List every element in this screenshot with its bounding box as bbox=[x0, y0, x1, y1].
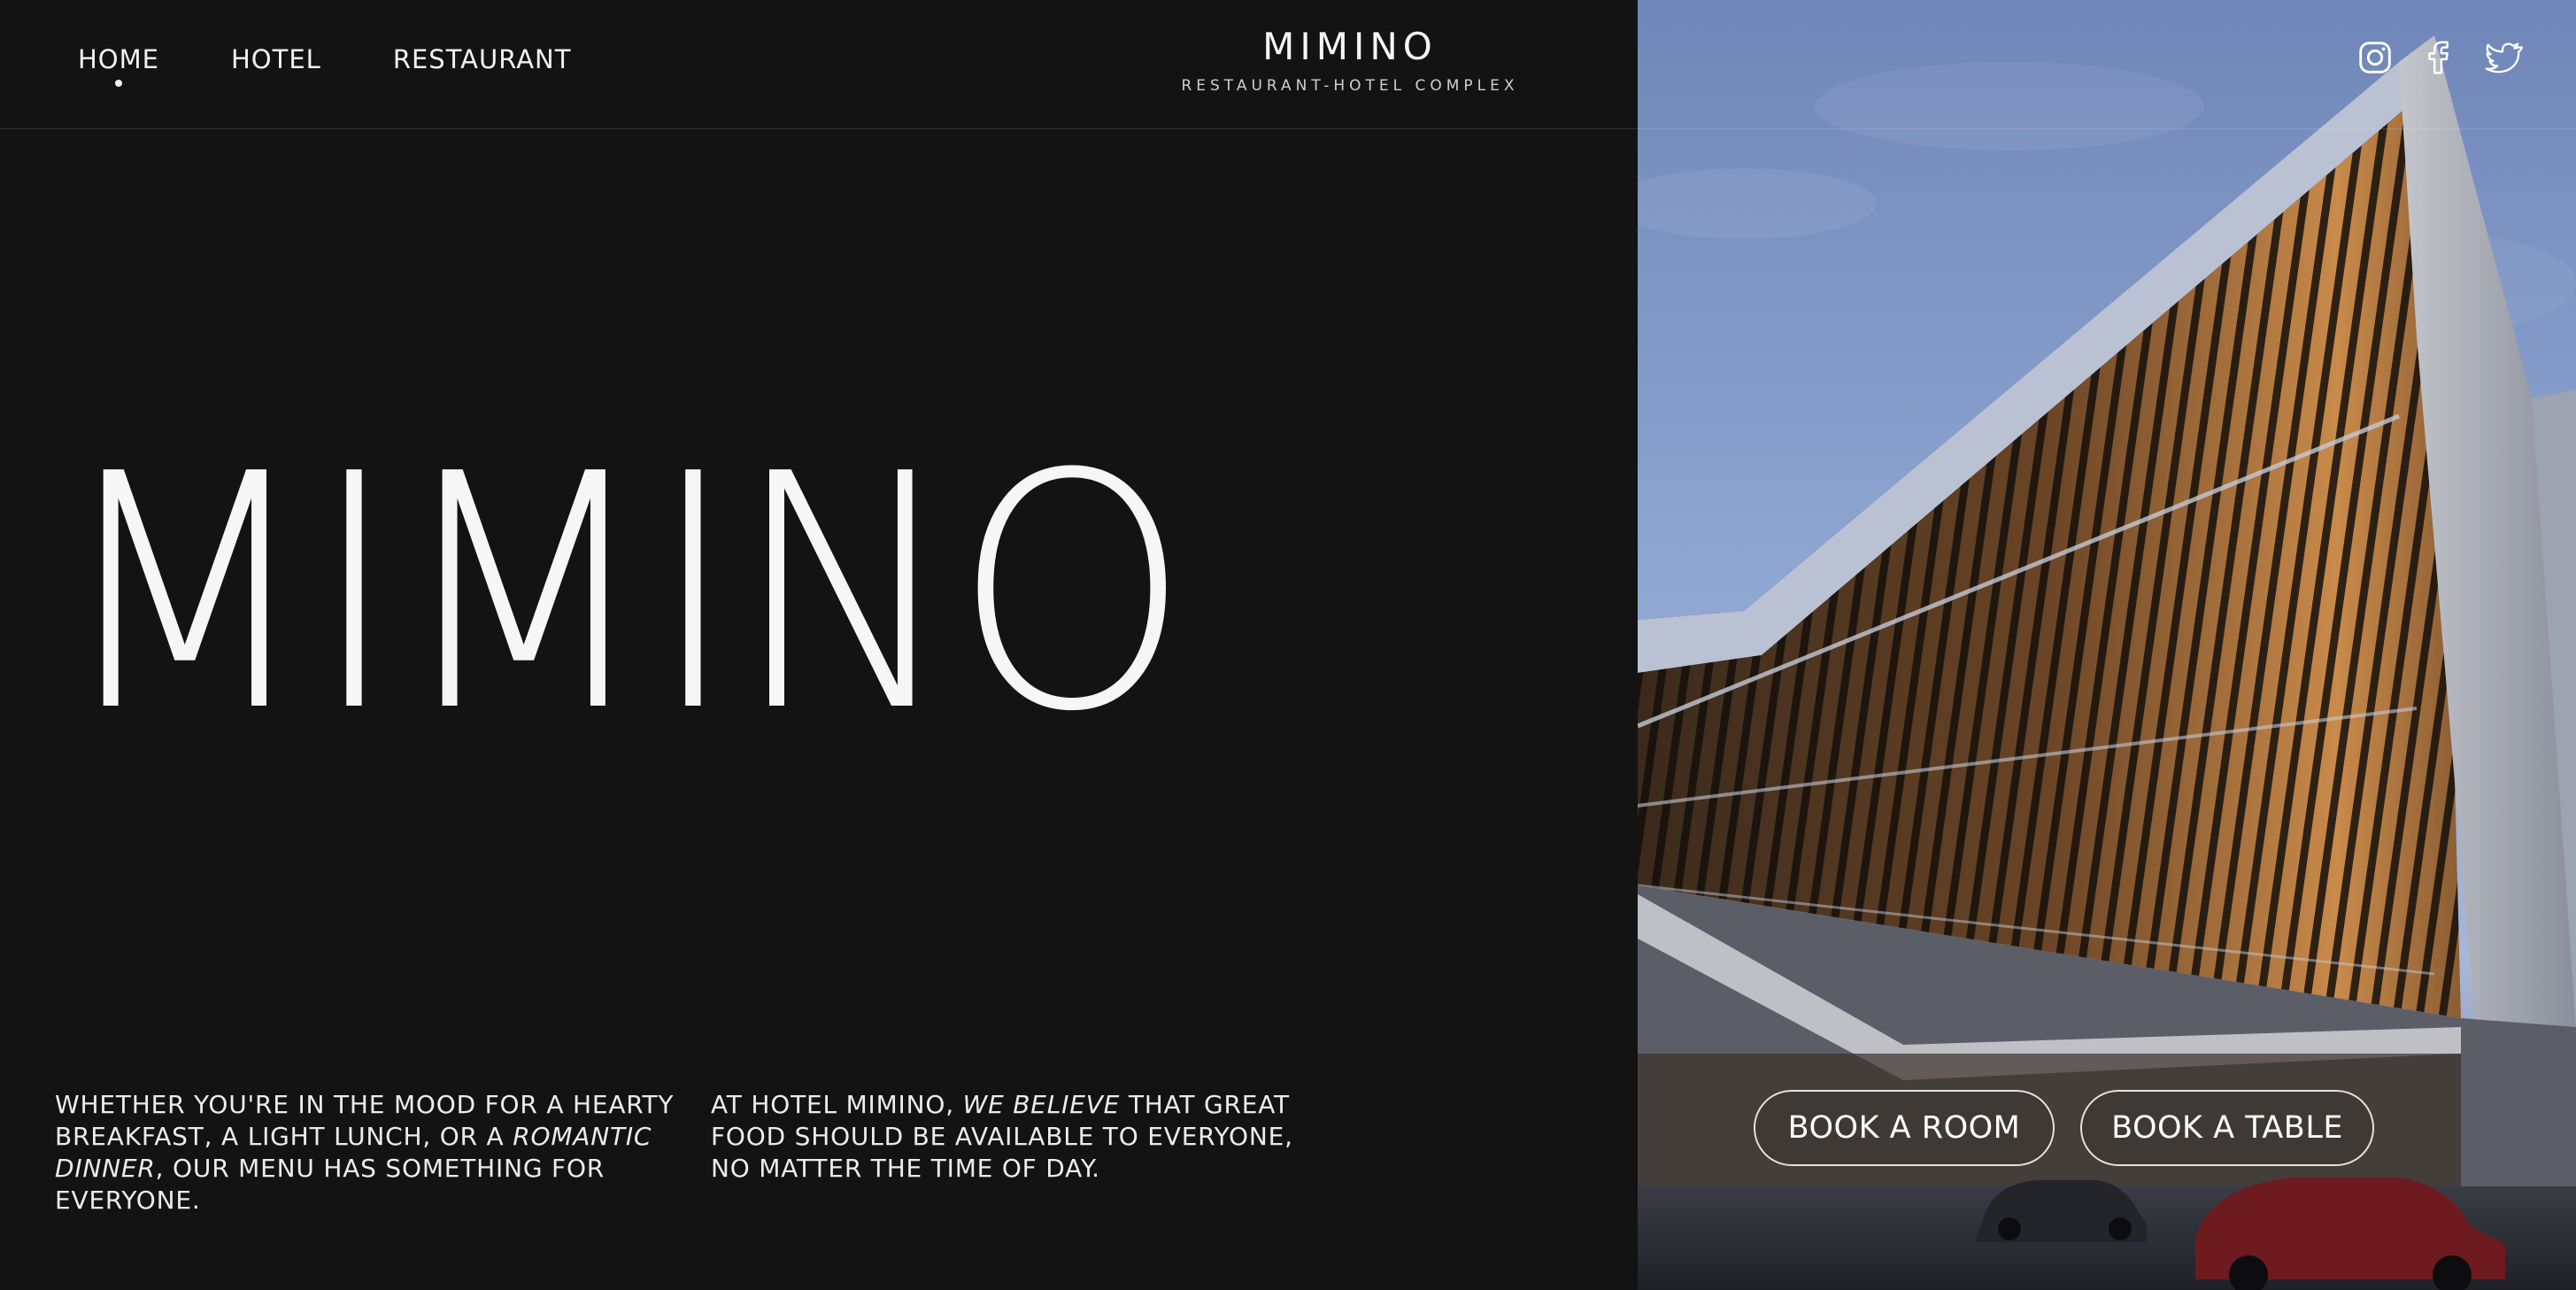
main-nav: HOME HOTEL RESTAURANT bbox=[78, 44, 643, 87]
book-room-button[interactable]: BOOK A ROOM bbox=[1754, 1090, 2055, 1166]
brand-name: MIMINO bbox=[1262, 25, 1438, 68]
hero-title: MIMINO bbox=[55, 406, 1191, 783]
intro-text-belief: AT HOTEL MIMINO, WE BELIEVE THAT GREAT F… bbox=[711, 1089, 1330, 1185]
nav-item-home[interactable]: HOME bbox=[78, 44, 159, 87]
intro-text-emphasis: WE BELIEVE bbox=[962, 1090, 1121, 1119]
intro-text-menu: WHETHER YOU'RE IN THE MOOD FOR A HEARTY … bbox=[55, 1089, 675, 1217]
nav-item-label: RESTAURANT bbox=[392, 44, 572, 74]
header-divider bbox=[0, 128, 2576, 129]
nav-item-restaurant[interactable]: RESTAURANT bbox=[393, 44, 572, 74]
facebook-icon[interactable] bbox=[2418, 37, 2459, 78]
intro-text-part: AT HOTEL MIMINO, bbox=[711, 1090, 963, 1119]
brand-tagline: RESTAURANT-HOTEL COMPLEX bbox=[1181, 77, 1519, 95]
left-panel: HOME HOTEL RESTAURANT MIMINO RESTAURANT-… bbox=[0, 0, 1638, 1290]
active-indicator bbox=[114, 80, 122, 87]
instagram-icon[interactable] bbox=[2355, 37, 2395, 78]
book-table-button[interactable]: BOOK A TABLE bbox=[2080, 1090, 2374, 1166]
twitter-icon[interactable] bbox=[2482, 37, 2523, 78]
nav-item-label: HOME bbox=[78, 44, 159, 74]
nav-item-label: HOTEL bbox=[230, 44, 321, 74]
social-links bbox=[2355, 37, 2523, 78]
brand-logo[interactable]: MIMINO RESTAURANT-HOTEL COMPLEX bbox=[1160, 25, 1540, 95]
nav-item-hotel[interactable]: HOTEL bbox=[231, 44, 321, 74]
